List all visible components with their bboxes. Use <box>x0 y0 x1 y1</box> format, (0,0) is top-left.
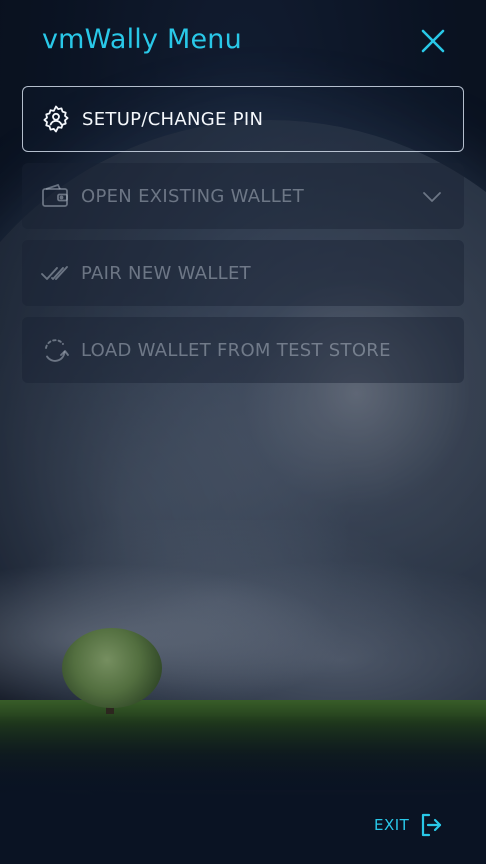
close-icon[interactable] <box>420 28 446 54</box>
menu-item-label: OPEN EXISTING WALLET <box>81 185 305 207</box>
menu-title: vmWally Menu <box>42 24 242 55</box>
exit-label: EXIT <box>374 816 410 834</box>
menu-list: SETUP/CHANGE PIN OPEN EXISTING WALLET PA… <box>22 86 464 394</box>
exit-button[interactable]: EXIT <box>374 810 443 840</box>
menu-item-load-test-store[interactable]: LOAD WALLET FROM TEST STORE <box>22 317 464 383</box>
menu-item-label: PAIR NEW WALLET <box>81 262 251 284</box>
chevron-down-icon[interactable] <box>422 189 442 203</box>
refresh-icon <box>40 335 70 365</box>
settings-user-icon <box>41 104 71 134</box>
menu-item-label: SETUP/CHANGE PIN <box>82 108 264 130</box>
double-check-icon <box>40 258 70 288</box>
wallet-icon <box>40 181 70 211</box>
menu-item-setup-pin[interactable]: SETUP/CHANGE PIN <box>22 86 464 152</box>
exit-icon <box>419 812 443 838</box>
menu-item-label: LOAD WALLET FROM TEST STORE <box>81 339 391 361</box>
menu-item-open-wallet[interactable]: OPEN EXISTING WALLET <box>22 163 464 229</box>
menu-header: vmWally Menu <box>42 22 446 62</box>
menu-item-pair-wallet[interactable]: PAIR NEW WALLET <box>22 240 464 306</box>
